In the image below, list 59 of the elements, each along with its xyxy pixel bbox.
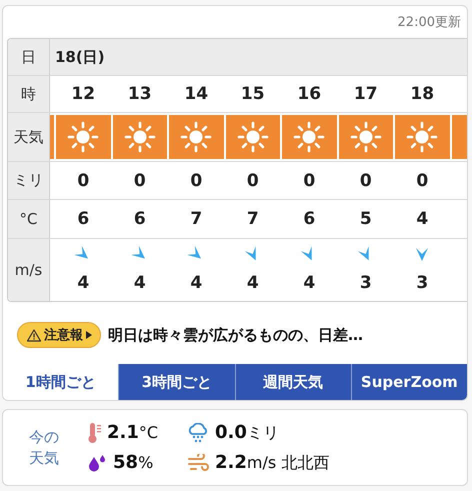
droplets-icon <box>87 454 107 472</box>
caret-icon <box>86 331 92 339</box>
wind-icon <box>187 454 209 472</box>
thermometer-icon <box>87 422 101 444</box>
wind-speed: 4 <box>77 272 90 292</box>
hour-label: 15 <box>240 84 265 104</box>
reading: 2.2m/s 北北西 <box>215 452 330 474</box>
wind-speed: 4 <box>190 272 202 292</box>
sun-icon <box>124 121 156 153</box>
rain-amount: 0 <box>77 170 90 190</box>
sun-icon <box>406 121 438 153</box>
warning-text[interactable]: 明日は時々雲が広がるものの、日差… <box>108 326 363 344</box>
sun-icon <box>67 121 100 153</box>
hour-label: 14 <box>184 84 208 104</box>
sun-icon <box>350 121 382 153</box>
current-weather-title: 今の天気 <box>29 426 60 468</box>
temperature: 6 <box>303 209 316 229</box>
hour-label: 17 <box>354 84 378 104</box>
hour-label: 18 <box>410 84 434 104</box>
rain-amount: 0 <box>246 170 259 190</box>
hour-label: 16 <box>297 84 322 104</box>
row-label: ミリ <box>8 162 50 199</box>
rain-amount: 0 <box>416 170 428 190</box>
row-label: 時 <box>8 76 50 112</box>
reading: 2.1°C <box>107 422 158 443</box>
sun-icon <box>293 121 326 153</box>
warning-icon <box>27 328 41 342</box>
reading: 58% <box>113 452 154 473</box>
warning-badge[interactable]: 注意報 <box>17 322 101 348</box>
wind-speed: 4 <box>246 272 259 292</box>
wind-speed: 3 <box>360 272 372 292</box>
hour-label: 12 <box>71 84 96 104</box>
wind-speed: 3 <box>416 272 428 292</box>
update-time: 22:00更新 <box>398 14 461 32</box>
rain-amount: 0 <box>190 170 202 190</box>
row-label: m/s <box>8 239 50 301</box>
wind-speed: 4 <box>303 272 316 292</box>
temperature: 6 <box>134 209 146 229</box>
rain-cloud-icon <box>187 422 209 442</box>
sun-icon <box>180 121 212 153</box>
temperature: 5 <box>360 209 372 229</box>
temperature: 6 <box>77 209 90 229</box>
sun-icon <box>236 121 269 153</box>
temperature: 4 <box>416 209 428 229</box>
rain-amount: 0 <box>303 170 316 190</box>
temperature: 7 <box>190 209 202 229</box>
row-label: 天気 <box>8 113 50 161</box>
weather-cell <box>50 115 54 159</box>
tab[interactable]: 週間天気 <box>234 364 351 400</box>
hour-label: 13 <box>128 84 152 104</box>
temperature: 7 <box>246 209 259 229</box>
tab[interactable]: SuperZoom <box>350 364 467 400</box>
weather-cell <box>452 115 467 159</box>
rain-amount: 0 <box>360 170 372 190</box>
date-label: 18(日) <box>55 48 105 66</box>
rain-amount: 0 <box>134 170 146 190</box>
tab[interactable]: 3時間ごと <box>118 364 234 400</box>
row-label: °C <box>8 200 50 238</box>
wind-speed: 4 <box>134 272 146 292</box>
